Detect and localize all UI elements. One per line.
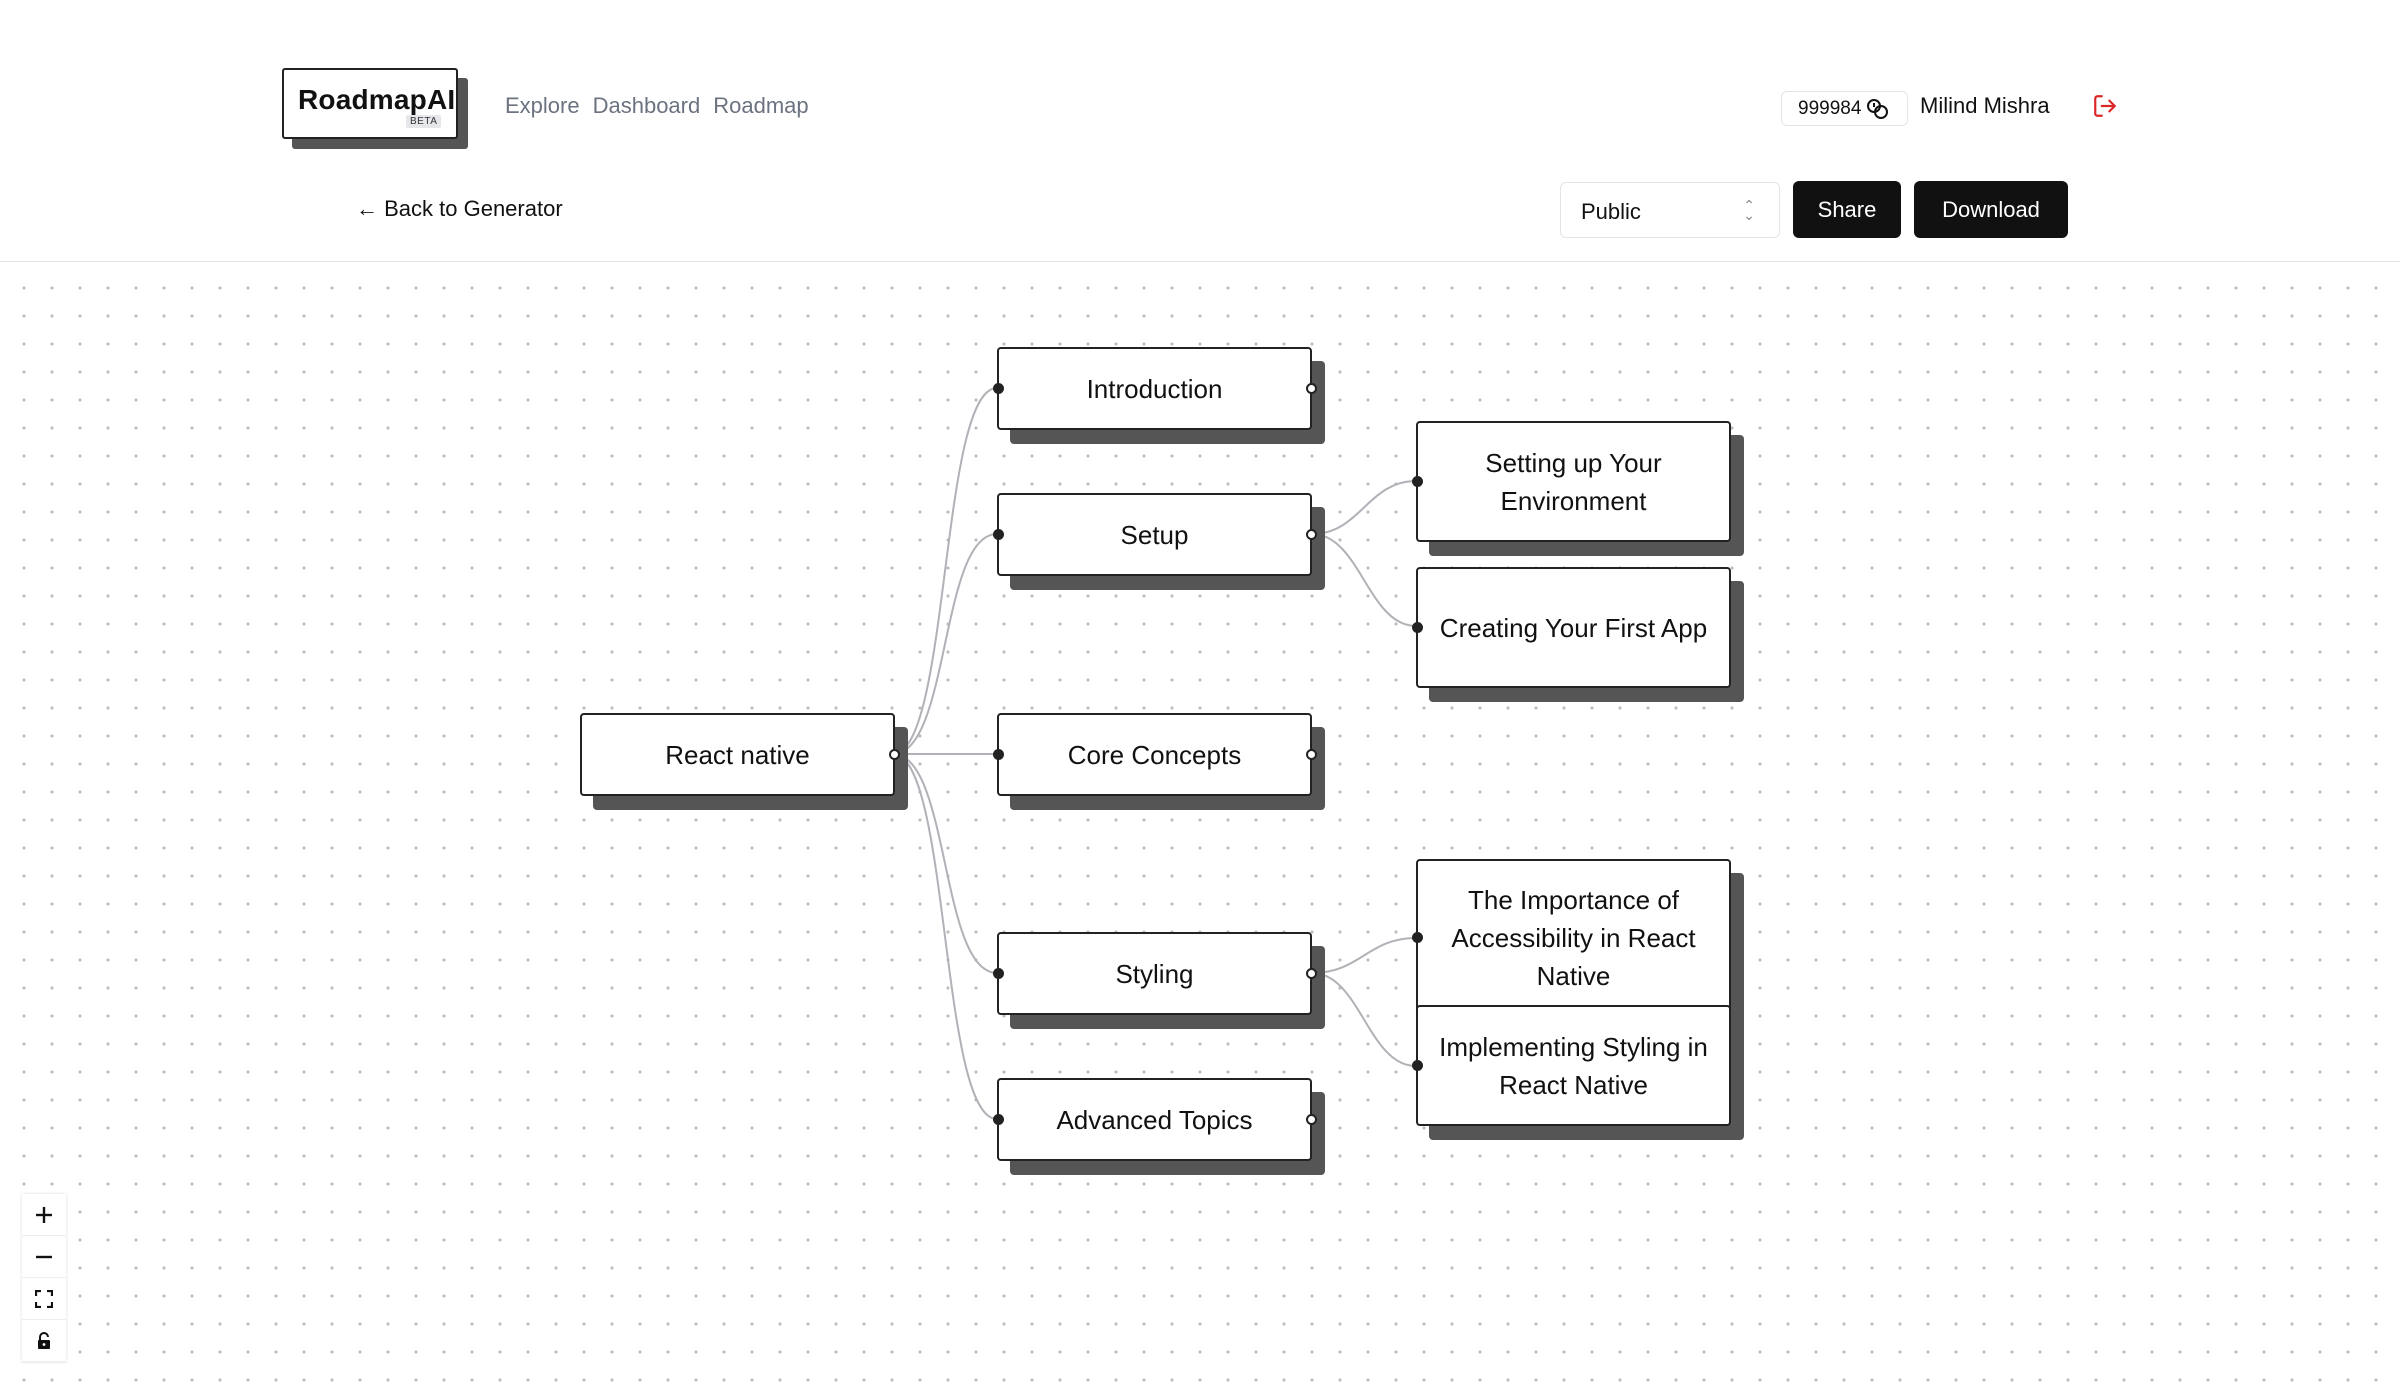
target-handle[interactable] [1412, 932, 1423, 943]
node-label: Core Concepts [1067, 739, 1242, 770]
source-handle[interactable] [889, 748, 900, 760]
node-label: Introduction [1086, 373, 1223, 404]
nav-dashboard[interactable]: Dashboard [593, 93, 701, 119]
target-handle[interactable] [993, 748, 1004, 760]
lock-button[interactable] [22, 1320, 66, 1362]
main-nav: Explore Dashboard Roadmap [505, 93, 809, 119]
visibility-value: Public [1581, 199, 1641, 224]
node-introduction[interactable]: Introduction [993, 347, 1317, 430]
node-label: Advanced Topics [1056, 1104, 1253, 1135]
fit-view-icon [35, 1289, 53, 1308]
target-handle[interactable] [993, 967, 1004, 979]
target-handle[interactable] [1412, 621, 1423, 633]
node-label: Setting up Your Environment [1485, 447, 1662, 516]
node-root[interactable]: React native [580, 713, 900, 796]
node-label: Styling [1115, 958, 1194, 989]
nav-roadmap[interactable]: Roadmap [713, 93, 808, 119]
logo-text: RoadmapAI [298, 84, 456, 115]
node-styling[interactable]: Styling [993, 932, 1317, 1015]
target-handle[interactable] [1412, 1059, 1423, 1071]
target-handle[interactable] [1412, 475, 1423, 487]
target-handle[interactable] [993, 528, 1004, 540]
zoom-in-button[interactable] [22, 1194, 66, 1236]
node-creating-first-app[interactable]: Creating Your First App [1412, 567, 1731, 688]
node-setup[interactable]: Setup [993, 493, 1317, 576]
source-handle[interactable] [1306, 967, 1317, 979]
target-handle[interactable] [993, 1113, 1004, 1125]
plus-icon [36, 1206, 52, 1223]
node-setting-up-environment[interactable]: Setting up Your Environment [1412, 421, 1731, 542]
roadmap-canvas[interactable] [0, 262, 2400, 1398]
node-label: Implementing Styling in React Native [1439, 1031, 1708, 1100]
share-button[interactable]: Share [1793, 181, 1901, 238]
target-handle[interactable] [993, 382, 1004, 394]
node-accessibility[interactable]: The Importance of Accessibility in React… [1412, 859, 1731, 1017]
node-label: Setup [1120, 519, 1189, 550]
nav-explore[interactable]: Explore [505, 93, 580, 119]
coins-icon [1867, 98, 1889, 119]
credits-count: 999984 [1798, 97, 1862, 119]
beta-badge: BETA [406, 115, 442, 128]
canvas-controls [22, 1194, 66, 1362]
credits-badge[interactable]: 999984 [1781, 91, 1909, 126]
app-header: RoadmapAI BETA Explore Dashboard Roadmap… [0, 0, 2400, 262]
chevron-up-down-icon: ⌃ ⌄ [1743, 197, 1755, 223]
fit-view-button[interactable] [22, 1278, 66, 1320]
logo[interactable]: RoadmapAI BETA [282, 68, 458, 139]
user-name: Milind Mishra [1920, 93, 2050, 118]
back-to-generator-link[interactable]: ← Back to Generator [356, 196, 563, 222]
node-label: React native [665, 739, 810, 770]
download-button[interactable]: Download [1914, 181, 2068, 238]
visibility-select[interactable]: Public ⌃ ⌄ [1560, 182, 1780, 238]
node-advanced-topics[interactable]: Advanced Topics [993, 1078, 1317, 1161]
lock-icon [38, 1331, 50, 1349]
node-label: The Importance of Accessibility in React… [1451, 885, 1696, 991]
node-implementing-styling[interactable]: Implementing Styling in React Native [1412, 1005, 1731, 1126]
source-handle[interactable] [1306, 748, 1317, 760]
node-label: Creating Your First App [1439, 612, 1708, 643]
source-handle[interactable] [1306, 528, 1317, 540]
source-handle[interactable] [1306, 382, 1317, 394]
node-core-concepts[interactable]: Core Concepts [993, 713, 1317, 796]
source-handle[interactable] [1306, 1113, 1317, 1125]
minus-icon [36, 1255, 52, 1258]
zoom-out-button[interactable] [22, 1236, 66, 1278]
logout-icon[interactable] [2092, 93, 2118, 119]
